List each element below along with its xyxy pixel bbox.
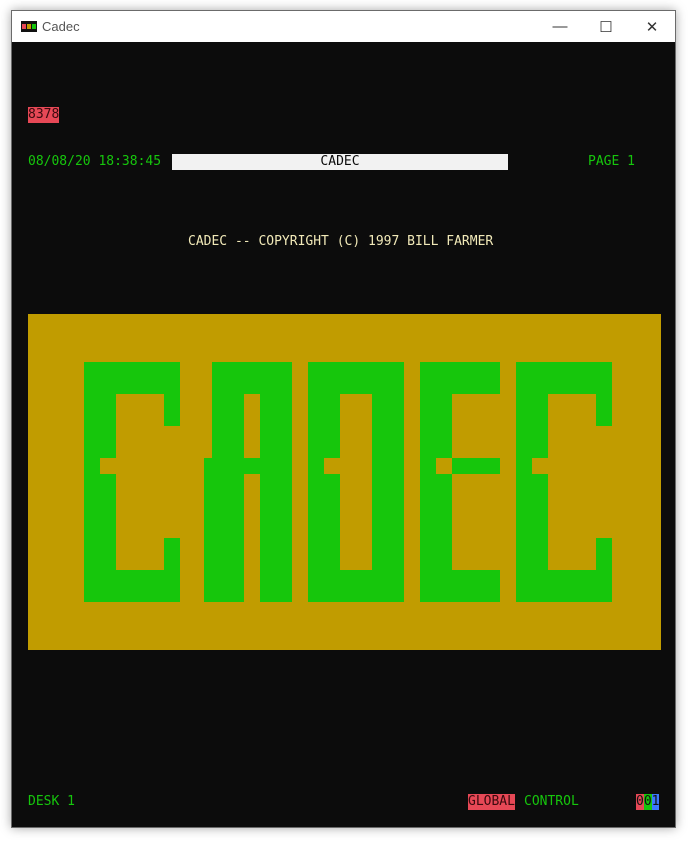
title-bar[interactable]: Cadec — ☐ ✕	[12, 11, 675, 42]
logo-letter-d	[308, 362, 404, 602]
logo-letter-c2	[516, 362, 612, 602]
counter-digit: 0	[643, 794, 652, 810]
logo-letter-a	[204, 362, 292, 602]
screen-title: CADEC	[172, 154, 508, 170]
desk-label: DESK 1	[28, 794, 75, 809]
logo-letters	[84, 362, 612, 602]
counter-digit: 0	[636, 794, 644, 810]
app-icon	[21, 21, 37, 32]
page-indicator: PAGE 1	[588, 154, 635, 169]
control-label: CONTROL	[524, 794, 579, 809]
cadec-block-logo	[84, 362, 612, 602]
logo-panel	[28, 314, 661, 650]
close-icon[interactable]: ✕	[629, 11, 675, 42]
app-window: Cadec — ☐ ✕ 8378 08/08/20 18:38:45 CADEC…	[11, 10, 676, 828]
maximize-icon[interactable]: ☐	[583, 11, 629, 42]
global-badge: GLOBAL	[468, 794, 515, 810]
datetime-label: 08/08/20 18:38:45	[28, 154, 162, 169]
minimize-icon[interactable]: —	[537, 11, 583, 42]
job-number-badge: 8378	[28, 107, 60, 123]
logo-letter-e	[420, 362, 500, 602]
counter-digit: 1	[651, 794, 660, 810]
window-title: Cadec	[42, 19, 80, 34]
copyright-line: CADEC -- COPYRIGHT (C) 1997 BILL FARMER	[188, 234, 494, 249]
counter-indicator: 001	[636, 794, 660, 810]
terminal-screen[interactable]: 8378 08/08/20 18:38:45 CADEC PAGE 1 CADE…	[12, 42, 675, 827]
logo-letter-c1	[84, 362, 180, 602]
